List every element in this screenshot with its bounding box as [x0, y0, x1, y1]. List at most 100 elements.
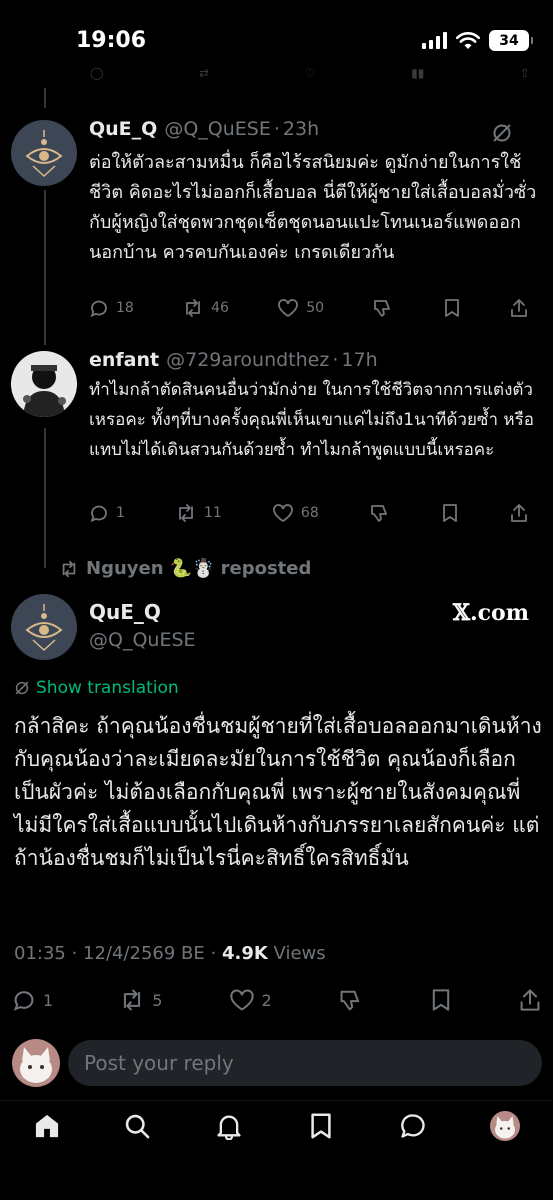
- bookmark-button[interactable]: [430, 988, 452, 1012]
- reply-button[interactable]: 18: [89, 298, 134, 318]
- tweet-time[interactable]: 17h: [341, 349, 377, 371]
- bottom-tab-bar: [0, 1100, 553, 1200]
- avatar[interactable]: [11, 351, 77, 417]
- reply-button[interactable]: 1: [12, 988, 53, 1012]
- like-button[interactable]: 2: [229, 988, 272, 1012]
- reply-button[interactable]: 1: [89, 503, 125, 523]
- tab-bookmarks[interactable]: [306, 1111, 336, 1141]
- reply-icon: [90, 300, 107, 318]
- author-name[interactable]: QuE_Q: [89, 118, 157, 140]
- tweet-text: ต่อให้ตัวละสามหมื่น ก็คือไร้รสนิยมค่ะ ดู…: [89, 152, 537, 263]
- repost-button[interactable]: 5: [119, 988, 162, 1012]
- share-icon: [511, 504, 527, 522]
- avatar[interactable]: [11, 120, 77, 186]
- status-icons: 34: [422, 30, 533, 51]
- repost-icon: ⇄: [199, 66, 210, 80]
- repost-icon: [179, 504, 193, 522]
- tab-profile[interactable]: [490, 1111, 520, 1141]
- views-icon: ▮▮: [411, 66, 425, 80]
- like-icon: [278, 299, 299, 318]
- main-author-handle[interactable]: @Q_QuESE: [89, 629, 196, 651]
- repost-icon: [186, 299, 201, 317]
- tab-notifications[interactable]: [214, 1111, 244, 1141]
- like-button[interactable]: 50: [277, 298, 324, 318]
- author-name[interactable]: enfant: [89, 349, 159, 371]
- separator-dot: ·: [273, 118, 280, 140]
- notifications-icon: [217, 1115, 241, 1140]
- like-button[interactable]: 68: [272, 503, 319, 523]
- share-icon: ⇧: [519, 66, 530, 80]
- repost-button[interactable]: 11: [175, 503, 222, 523]
- repost-count: 5: [152, 990, 163, 1010]
- tweet-text: ทำไมกล้าตัดสินคนอื่นว่ามักง่าย ในการใช้ช…: [89, 380, 534, 460]
- home-icon: [35, 1114, 59, 1138]
- repost-icon: [124, 989, 141, 1011]
- status-time: 19:06: [76, 28, 147, 53]
- tweet-actions: 1 11 68: [89, 503, 529, 523]
- reply-icon: ◯: [90, 66, 104, 80]
- repost-icon: [62, 560, 76, 577]
- show-translation-label: Show translation: [36, 678, 179, 698]
- tweet[interactable]: QuE_Q @Q_QuESE · 23h ต่อให้ตัวละสามหมื่น…: [0, 110, 553, 335]
- wifi-icon: [456, 31, 480, 49]
- grok-icon: [15, 681, 29, 695]
- reply-count: 1: [43, 990, 54, 1010]
- bookmark-icon: [432, 989, 450, 1011]
- reposted-label: reposted: [220, 558, 312, 579]
- bookmarks-icon: [311, 1113, 331, 1139]
- like-count: 50: [306, 300, 325, 316]
- tab-messages[interactable]: [398, 1111, 428, 1141]
- messages-icon: [401, 1114, 425, 1138]
- thumbs-down-icon: [370, 505, 387, 522]
- tweet[interactable]: enfant @729aroundthez · 17h ทำไมกล้าตัดส…: [0, 345, 553, 535]
- author-handle[interactable]: @729aroundthez: [166, 349, 329, 371]
- separator-dot: ·: [332, 349, 339, 371]
- share-icon: [511, 299, 527, 317]
- repost-button[interactable]: 46: [182, 298, 229, 318]
- share-button[interactable]: [509, 503, 529, 523]
- reply-count: 18: [116, 300, 134, 316]
- downvote-button[interactable]: [369, 503, 391, 523]
- main-tweet-actions: 1 5 2: [12, 988, 542, 1012]
- share-button[interactable]: [518, 988, 542, 1012]
- downvote-button[interactable]: [338, 988, 364, 1012]
- like-icon: [273, 504, 293, 523]
- grok-icon[interactable]: [491, 122, 513, 144]
- user-avatar[interactable]: [12, 1039, 60, 1087]
- previous-tweet-actions: ◯ ⇄ ♡ ▮▮ ⇧: [90, 66, 530, 80]
- reply-input[interactable]: [68, 1040, 542, 1086]
- thumbs-down-icon: [374, 300, 391, 317]
- bookmark-button[interactable]: [443, 298, 461, 318]
- bookmark-button[interactable]: [441, 503, 459, 523]
- tweet-timestamp[interactable]: 01:35 · 12/4/2569 BE ·: [14, 943, 216, 964]
- like-icon: ♡: [304, 66, 316, 80]
- main-tweet-text: กล้าสิคะ ถ้าคุณน้องชื่นชมผู้ชายที่ใส่เสื…: [14, 714, 542, 870]
- tab-search[interactable]: [122, 1111, 152, 1141]
- bookmark-icon: [444, 299, 459, 317]
- show-translation-button[interactable]: Show translation: [14, 678, 179, 698]
- battery-icon: 34: [489, 30, 533, 51]
- cellular-signal-icon: [422, 32, 447, 49]
- repost-count: 11: [204, 505, 222, 521]
- like-count: 2: [261, 990, 272, 1010]
- share-icon: [520, 989, 540, 1011]
- main-avatar[interactable]: [11, 594, 77, 660]
- thumbs-down-icon: [340, 990, 359, 1011]
- repost-count: 46: [211, 300, 229, 316]
- main-author-name[interactable]: QuE_Q: [89, 600, 161, 624]
- like-count: 68: [300, 505, 319, 521]
- source-label: 𝕏.com: [452, 600, 529, 626]
- reply-bar: [0, 1030, 553, 1100]
- views-count: 4.9K: [221, 943, 268, 964]
- reposter-name: Nguyen 🐍☃️: [86, 558, 215, 579]
- reply-count: 1: [116, 505, 125, 521]
- tweet-time[interactable]: 23h: [283, 118, 319, 140]
- views-label: Views: [273, 943, 326, 964]
- thread-line: [44, 88, 46, 108]
- like-icon: [229, 989, 254, 1011]
- share-button[interactable]: [509, 298, 529, 318]
- repost-note[interactable]: Nguyen 🐍☃️ reposted: [58, 558, 311, 579]
- tab-home[interactable]: [32, 1111, 62, 1141]
- downvote-button[interactable]: [372, 298, 394, 318]
- author-handle[interactable]: @Q_QuESE: [164, 118, 271, 140]
